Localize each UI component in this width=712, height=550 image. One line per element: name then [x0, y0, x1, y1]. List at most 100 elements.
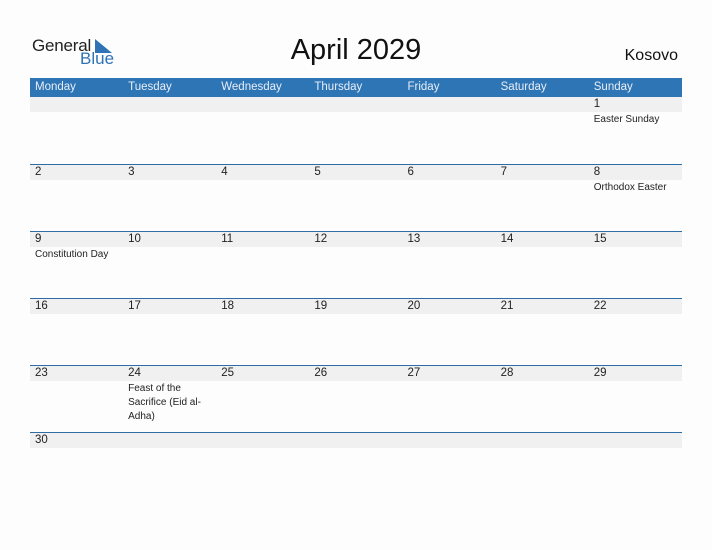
day-number: 8 — [593, 166, 601, 178]
weekday-saturday: Saturday — [500, 81, 547, 93]
weekday-wednesday: Wednesday — [221, 81, 282, 93]
holiday-label — [314, 381, 402, 382]
day-cell — [589, 433, 682, 449]
holiday-label — [594, 314, 682, 315]
weekday-sunday: Sunday — [593, 81, 633, 93]
day-cell: 13 — [403, 232, 496, 262]
holiday-label: Easter Sunday — [593, 114, 660, 125]
day-number — [128, 97, 216, 112]
weekday-tuesday: Tuesday — [128, 81, 172, 93]
day-number: 3 — [128, 166, 135, 178]
day-cell: 29 — [589, 366, 682, 424]
holiday-label — [408, 247, 496, 248]
day-cell — [403, 433, 496, 449]
day-number — [314, 433, 402, 448]
day-number: 20 — [407, 300, 421, 312]
day-cell — [496, 433, 589, 449]
holiday-label: Feast of the Sacrifice (Eid al-Adha) — [128, 383, 201, 422]
day-cell: 1 Easter Sunday — [589, 97, 682, 127]
day-number: 4 — [221, 166, 228, 178]
holiday-label — [501, 247, 589, 248]
day-number: 19 — [314, 300, 328, 312]
day-cell: 3 — [123, 165, 216, 195]
day-cell: 16 — [30, 299, 123, 315]
holiday-label — [35, 180, 123, 181]
day-number: 26 — [314, 367, 328, 379]
day-number — [128, 433, 216, 448]
day-cell — [216, 433, 309, 449]
day-number: 18 — [221, 300, 235, 312]
day-cell: 11 — [216, 232, 309, 262]
day-cell: 6 — [403, 165, 496, 195]
week-row: 23 24 Feast of the Sacrifice (Eid al-Adha)… — [30, 365, 682, 432]
day-number: 29 — [593, 367, 607, 379]
holiday-label — [221, 381, 309, 382]
holiday-label — [408, 381, 496, 382]
weekday-friday: Friday — [407, 81, 440, 93]
day-cell: 17 — [123, 299, 216, 315]
day-number: 13 — [407, 233, 421, 245]
calendar-title: April 2029 — [290, 34, 422, 66]
holiday-label — [35, 314, 123, 315]
day-number: 10 — [128, 233, 141, 245]
day-cell: 14 — [496, 232, 589, 262]
day-cell: 19 — [309, 299, 402, 315]
day-number: 22 — [593, 300, 607, 312]
day-number — [594, 433, 682, 448]
holiday-label — [314, 180, 402, 181]
holiday-label — [128, 314, 216, 315]
day-number: 11 — [221, 233, 234, 245]
day-number — [501, 433, 589, 448]
weekday-monday: Monday — [35, 81, 76, 93]
day-cell — [309, 433, 402, 449]
holiday-label — [128, 180, 216, 181]
holiday-label — [314, 448, 402, 449]
day-cell: 5 — [309, 165, 402, 195]
day-number: 23 — [35, 367, 48, 379]
week-row: 1 Easter Sunday — [30, 97, 682, 164]
day-number — [35, 97, 123, 112]
holiday-label — [35, 112, 123, 113]
day-number — [408, 433, 496, 448]
day-number: 28 — [500, 367, 514, 379]
day-cell: 10 — [123, 232, 216, 262]
week-row: 2 3 4 5 6 7 8 Orthodox Easter — [30, 164, 682, 231]
holiday-label — [594, 448, 682, 449]
holiday-label — [314, 247, 402, 248]
day-number: 27 — [407, 367, 421, 379]
holiday-label — [128, 247, 216, 248]
day-cell — [30, 97, 123, 127]
day-cell: 25 — [216, 366, 309, 424]
holiday-label — [221, 180, 309, 181]
day-cell — [309, 97, 402, 127]
day-number — [314, 97, 402, 112]
weekday-thursday: Thursday — [314, 81, 363, 93]
day-cell — [216, 97, 309, 127]
day-number: 1 — [593, 98, 601, 110]
calendar-grid: 1 Easter Sunday 2 3 4 5 6 7 8 Orthodox Easter 9 Con… — [30, 97, 682, 499]
day-number: 12 — [314, 233, 328, 245]
holiday-label — [314, 314, 402, 315]
holiday-label — [314, 112, 402, 113]
holiday-label — [408, 448, 496, 449]
holiday-label: Constitution Day — [35, 249, 109, 260]
holiday-label — [221, 314, 309, 315]
week-row: 9 Constitution Day 10 11 12 13 14 15 — [30, 231, 682, 298]
day-cell: 2 — [30, 165, 123, 195]
day-cell: 23 — [30, 366, 123, 424]
holiday-label — [128, 448, 216, 449]
day-number: 16 — [35, 300, 48, 312]
day-number: 21 — [500, 300, 514, 312]
day-cell: 27 — [403, 366, 496, 424]
holiday-label — [594, 247, 682, 248]
week-row: 16 17 18 19 20 21 22 — [30, 298, 682, 365]
day-cell: 30 — [30, 433, 123, 449]
holiday-label — [221, 112, 309, 113]
holiday-label — [501, 448, 589, 449]
day-number — [221, 433, 309, 448]
day-number: 7 — [500, 166, 508, 178]
day-number: 30 — [35, 434, 48, 446]
holiday-label — [501, 180, 589, 181]
holiday-label — [221, 448, 309, 449]
weekday-header: Monday Tuesday Wednesday Thursday Friday Satu… — [30, 78, 682, 97]
